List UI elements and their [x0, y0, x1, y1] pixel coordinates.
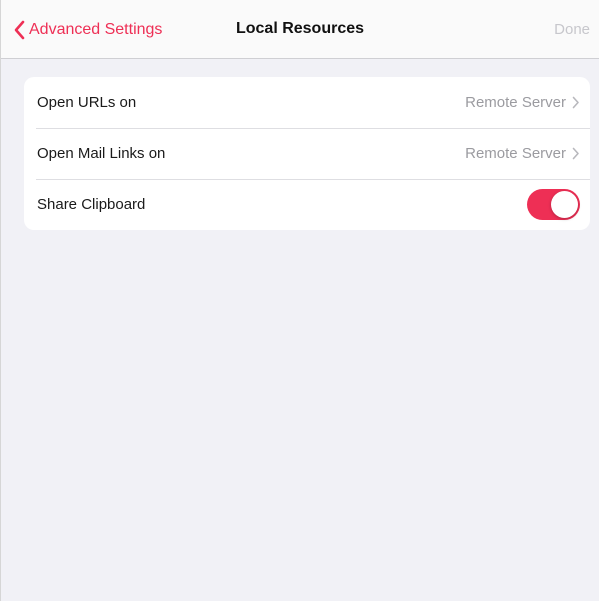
open-mail-links-row[interactable]: Open Mail Links on Remote Server [24, 128, 590, 179]
share-clipboard-label: Share Clipboard [37, 196, 146, 213]
open-urls-value: Remote Server [465, 94, 566, 111]
open-mail-links-value: Remote Server [465, 145, 566, 162]
navigation-bar: Advanced Settings Local Resources Done [1, 0, 599, 59]
chevron-right-icon [572, 96, 579, 109]
chevron-right-icon [572, 147, 579, 160]
share-clipboard-row: Share Clipboard [24, 179, 590, 230]
open-urls-label: Open URLs on [37, 94, 137, 111]
page-title: Local Resources [235, 20, 365, 37]
toggle-knob [551, 191, 578, 218]
open-mail-links-label: Open Mail Links on [37, 145, 166, 162]
done-button[interactable]: Done [554, 21, 590, 38]
local-resources-screen: Advanced Settings Local Resources Done O… [0, 0, 599, 601]
open-urls-row[interactable]: Open URLs on Remote Server [24, 77, 590, 128]
share-clipboard-toggle[interactable] [527, 189, 580, 220]
settings-group: Open URLs on Remote Server Open Mail Lin… [24, 77, 590, 230]
